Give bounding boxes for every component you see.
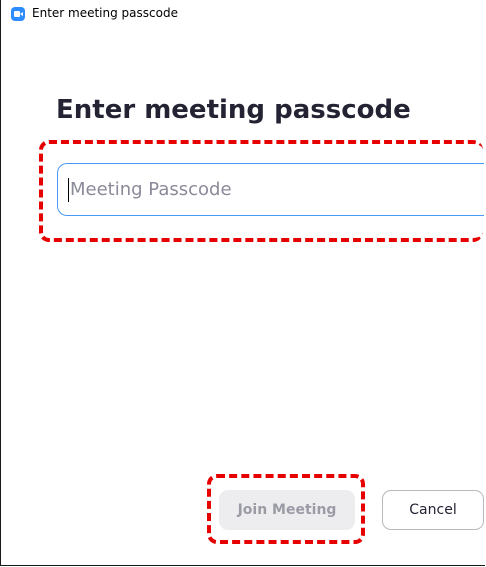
zoom-camera-icon <box>11 7 25 21</box>
title-bar[interactable]: Enter meeting passcode <box>1 0 485 28</box>
window-title: Enter meeting passcode <box>32 6 178 20</box>
dialog-heading: Enter meeting passcode <box>56 95 411 125</box>
passcode-input-highlight <box>39 140 483 242</box>
cancel-button[interactable]: Cancel <box>382 490 484 530</box>
join-button-highlight <box>207 474 365 544</box>
passcode-dialog-window: Enter meeting passcode Enter meeting pas… <box>0 0 485 566</box>
